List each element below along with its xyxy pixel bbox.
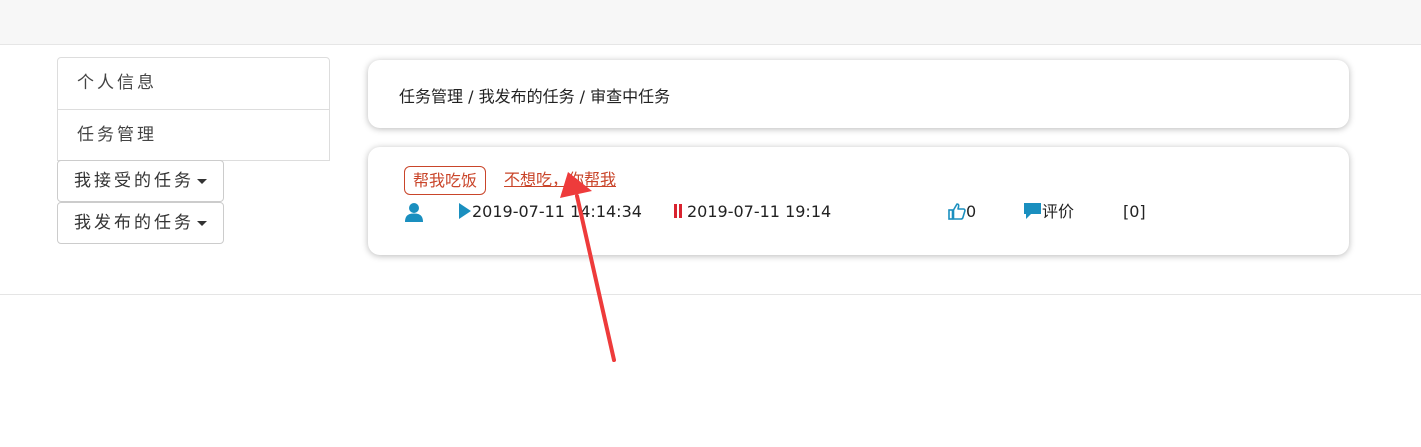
deadline-time-value: 2019-07-11 19:14 bbox=[687, 202, 832, 221]
caret-down-icon bbox=[197, 178, 207, 184]
play-icon bbox=[459, 203, 471, 219]
breadcrumb: 任务管理 / 我发布的任务 / 审查中任务 bbox=[399, 87, 671, 106]
content-divider bbox=[0, 294, 1421, 295]
top-navbar bbox=[0, 0, 1421, 45]
like-count: 0 bbox=[966, 202, 977, 221]
pause-icon bbox=[673, 204, 683, 218]
task-title-link[interactable]: 不想吃，你帮我 bbox=[504, 166, 616, 190]
sidebar-item-task-management[interactable]: 任务管理 bbox=[58, 109, 329, 160]
sidebar-list: 个人信息 任务管理 bbox=[57, 57, 330, 161]
like-button[interactable]: 0 bbox=[948, 202, 976, 222]
user-icon[interactable] bbox=[404, 202, 424, 222]
comment-label: 评价 bbox=[1042, 202, 1075, 221]
thumbs-up-icon bbox=[948, 203, 966, 220]
accepted-tasks-label: 我接受的任务 bbox=[74, 171, 194, 191]
comment-count: [0] bbox=[1123, 202, 1146, 221]
deadline-time: 2019-07-11 19:14 bbox=[673, 202, 831, 222]
start-time-value: 2019-07-11 14:14:34 bbox=[472, 202, 642, 221]
comment-button[interactable]: 评价 bbox=[1023, 202, 1074, 222]
published-tasks-dropdown[interactable]: 我发布的任务 bbox=[57, 202, 224, 244]
accepted-tasks-dropdown[interactable]: 我接受的任务 bbox=[57, 160, 224, 202]
breadcrumb-card: 任务管理 / 我发布的任务 / 审查中任务 bbox=[368, 60, 1349, 128]
published-tasks-label: 我发布的任务 bbox=[74, 213, 194, 233]
caret-down-icon bbox=[197, 220, 207, 226]
comment-icon bbox=[1024, 203, 1041, 219]
task-category-tag[interactable]: 帮我吃饭 bbox=[404, 166, 487, 195]
start-time: 2019-07-11 14:14:34 bbox=[459, 202, 642, 222]
task-card: 帮我吃饭 不想吃，你帮我 2019-07-11 14:14:34 2019-07… bbox=[368, 147, 1349, 255]
sidebar-item-profile[interactable]: 个人信息 bbox=[58, 58, 329, 109]
